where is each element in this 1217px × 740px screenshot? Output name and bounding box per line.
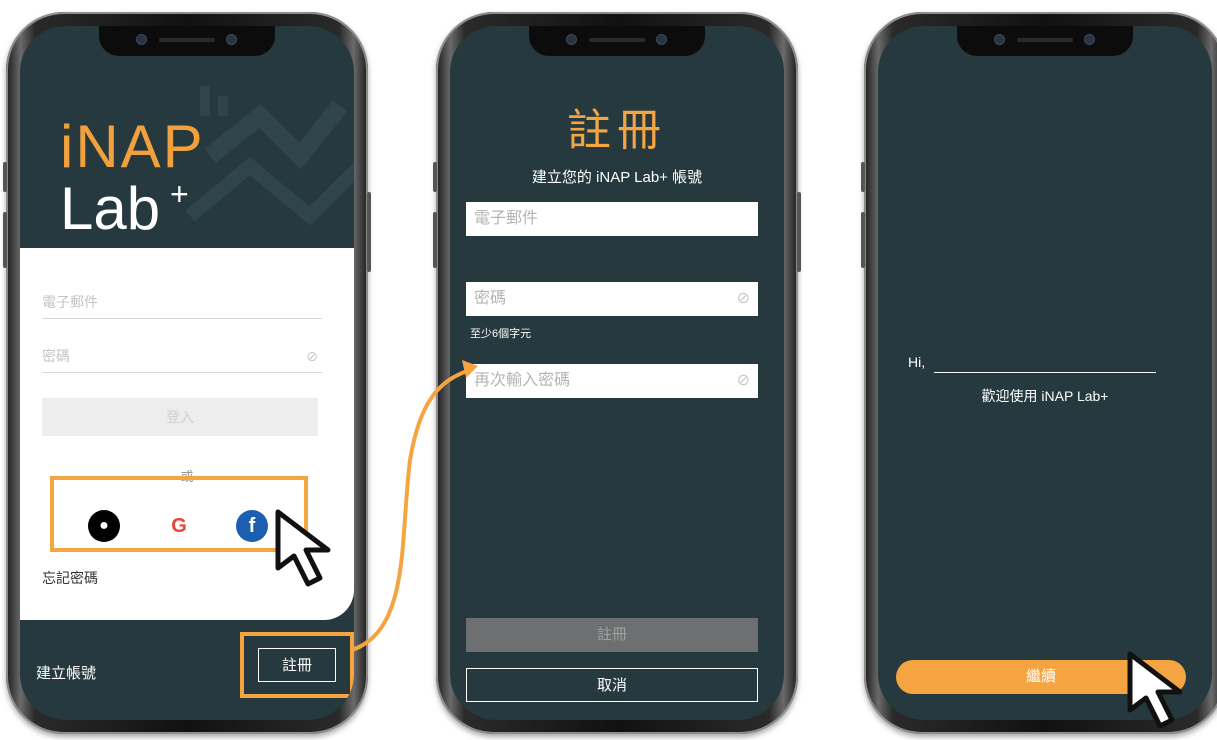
flow-arrow (351, 360, 478, 652)
notch (99, 26, 275, 56)
pointer-cursor-icon (275, 509, 331, 587)
pointer-cursor-icon (1127, 651, 1183, 729)
notch (529, 26, 705, 56)
notch (957, 26, 1133, 56)
